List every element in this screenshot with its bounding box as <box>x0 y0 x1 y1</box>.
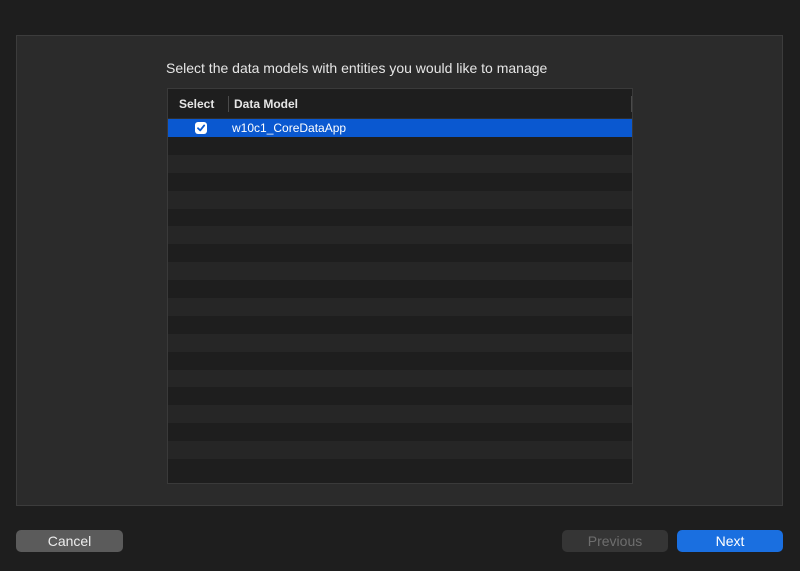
empty-row <box>168 423 632 442</box>
column-divider <box>631 96 632 112</box>
empty-row <box>168 298 632 316</box>
table-row[interactable]: w10c1_CoreDataApp <box>168 119 632 137</box>
empty-row <box>168 315 632 334</box>
checkmark-icon <box>197 124 206 132</box>
empty-row <box>168 333 632 352</box>
empty-row <box>168 459 632 477</box>
empty-row <box>168 441 632 460</box>
column-divider <box>228 96 229 112</box>
data-model-table[interactable]: Select Data Model w10c1_CoreDataApp <box>167 88 633 484</box>
instruction-text: Select the data models with entities you… <box>166 60 548 76</box>
previous-button[interactable]: Previous <box>562 530 668 552</box>
select-checkbox[interactable] <box>195 122 207 134</box>
empty-row <box>168 387 632 406</box>
table-header: Select Data Model <box>168 89 632 119</box>
cancel-button[interactable]: Cancel <box>16 530 123 552</box>
data-model-name: w10c1_CoreDataApp <box>232 121 347 135</box>
empty-row <box>168 226 632 245</box>
empty-row <box>168 208 632 227</box>
column-header-select[interactable]: Select <box>179 89 214 119</box>
wizard-window: Select the data models with entities you… <box>0 0 800 571</box>
empty-row <box>168 172 632 191</box>
empty-row <box>168 190 632 209</box>
empty-row <box>168 244 632 263</box>
empty-row <box>168 280 632 299</box>
empty-row <box>168 154 632 173</box>
table-body: w10c1_CoreDataApp <box>168 119 632 477</box>
column-header-data-model[interactable]: Data Model <box>234 89 298 119</box>
empty-row <box>168 369 632 388</box>
empty-row <box>168 262 632 281</box>
empty-row <box>168 405 632 424</box>
empty-row <box>168 351 632 370</box>
empty-row <box>168 137 632 155</box>
next-button[interactable]: Next <box>677 530 783 552</box>
